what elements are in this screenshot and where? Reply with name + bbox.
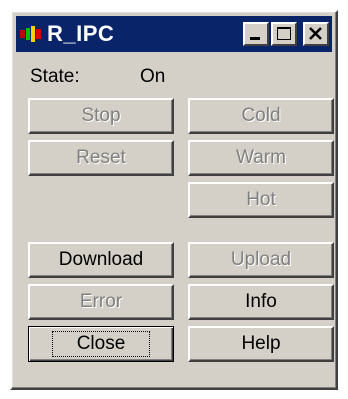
close-window-button[interactable] (303, 22, 329, 46)
app-icon[interactable] (20, 26, 42, 42)
upload-button-label: Upload (230, 249, 292, 270)
maximize-button[interactable] (271, 22, 297, 46)
close-button-label: Close (51, 331, 151, 357)
error-button[interactable]: Error (28, 284, 174, 320)
minimize-button[interactable] (243, 22, 269, 46)
stop-button-label: Stop (81, 105, 121, 126)
close-button[interactable]: Close (28, 326, 174, 362)
upload-button[interactable]: Upload (188, 242, 334, 278)
warm-button-label: Warm (236, 147, 286, 168)
close-icon (309, 27, 322, 40)
state-value: On (140, 66, 166, 87)
cold-button[interactable]: Cold (188, 98, 334, 134)
reset-button[interactable]: Reset (28, 140, 174, 176)
help-button-label: Help (241, 333, 281, 354)
reset-button-label: Reset (76, 147, 126, 168)
cold-button-label: Cold (241, 105, 281, 126)
download-button[interactable]: Download (28, 242, 174, 278)
info-button[interactable]: Info (188, 284, 334, 320)
help-button[interactable]: Help (188, 326, 334, 362)
state-row: State: On (30, 66, 165, 88)
r-ipc-window: R_IPC State: On Stop Cold Reset Warm Hot… (10, 10, 338, 390)
hot-button-label: Hot (246, 189, 276, 210)
warm-button[interactable]: Warm (188, 140, 334, 176)
maximize-icon (277, 27, 291, 40)
download-button-label: Download (58, 249, 144, 270)
error-button-label: Error (79, 291, 123, 312)
minimize-icon (250, 37, 260, 40)
info-button-label: Info (245, 291, 277, 312)
hot-button[interactable]: Hot (188, 182, 334, 218)
window-title: R_IPC (47, 21, 115, 46)
state-label: State: (30, 66, 80, 87)
stop-button[interactable]: Stop (28, 98, 174, 134)
title-bar[interactable]: R_IPC (16, 16, 332, 52)
